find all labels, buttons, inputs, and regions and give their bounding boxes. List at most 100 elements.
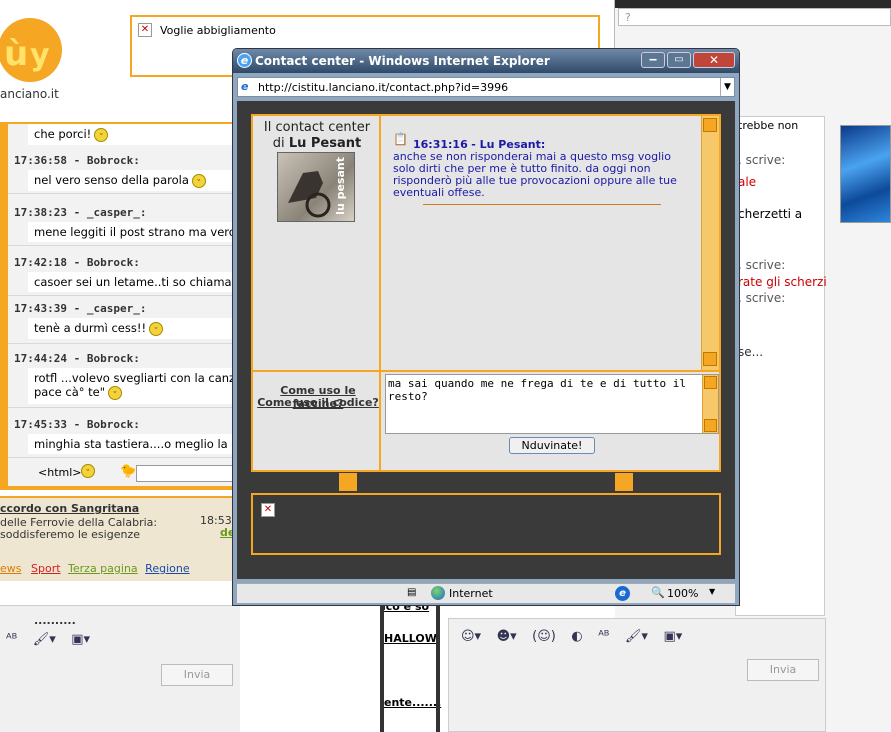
help-links: Come uso le faccine? Come uso il codice? <box>253 372 381 470</box>
chat-input[interactable] <box>136 465 244 482</box>
smiley-icon[interactable]: ☺▾ <box>461 629 481 644</box>
smiley-icon[interactable]: ᵕ <box>81 464 95 478</box>
window-title: Contact center - Windows Internet Explor… <box>255 54 550 68</box>
spellcheck-icon[interactable]: ᴬᴮ <box>598 629 609 644</box>
spellcheck-icon[interactable]: ᴬᴮ <box>6 632 17 647</box>
minimize-button[interactable]: ‒ <box>641 52 665 68</box>
dots: .......... <box>34 614 76 627</box>
chat-message-text: che porci! <box>34 127 92 141</box>
duck-icon[interactable]: 🐤 <box>120 464 136 479</box>
html-label: <html> <box>38 466 82 479</box>
chat-message-list[interactable]: che porci! ᵕ 17:36:58 - Bobrock: nel vero… <box>8 124 244 486</box>
scroll-up-button[interactable] <box>704 376 717 389</box>
chat-input-row: <html> ᵕ 🐤 <box>8 462 244 486</box>
message-input[interactable]: ma sai quando me ne frega di te e di tut… <box>385 374 719 434</box>
maximize-button[interactable]: ▭ <box>667 52 691 68</box>
chat-message: 17:42:18 - Bobrock: casoer sei un letame… <box>8 252 244 296</box>
send-button-right[interactable]: Invia <box>747 659 819 681</box>
news-headline[interactable]: ccordo con Sangritana <box>0 502 139 515</box>
chat-message-text-2: pace cà° te" <box>34 385 106 399</box>
close-button[interactable]: ✕ <box>693 52 735 68</box>
send-message-button[interactable]: Nduvinate! <box>509 437 595 454</box>
middle-strip: ico e so HALLOW ente....... <box>380 600 441 732</box>
logo-domain: anciano.it <box>0 87 59 101</box>
chat-message-text: rotfl ...volevo svegliarti con la canz <box>34 371 236 385</box>
page-content: Il contact center di Lu Pesant lu pesant… <box>237 101 735 579</box>
chat-message: 17:36:58 - Bobrock: nel vero senso della… <box>8 150 244 194</box>
message-divider <box>423 204 661 205</box>
input-scrollbar[interactable] <box>702 375 718 433</box>
address-bar[interactable]: e http://cistitu.lanciano.it/contact.php… <box>237 77 735 97</box>
smiley-icon: ᵕ <box>94 127 109 142</box>
news-link-sport[interactable]: Sport <box>31 562 61 575</box>
scroll-down-button[interactable] <box>703 352 717 366</box>
help-link-codice[interactable]: Come uso il codice? <box>257 396 379 409</box>
chevron-down-icon[interactable]: ▼ <box>720 78 734 96</box>
right-text: . scrive: <box>738 258 786 272</box>
send-button-left[interactable]: Invia <box>161 664 233 686</box>
globe-icon <box>431 586 445 600</box>
ad-title: Voglie abbigliamento <box>160 24 276 37</box>
shout-icon[interactable]: (☺) <box>532 629 556 644</box>
chat-message: 17:44:24 - Bobrock: rotfl ...volevo sveg… <box>8 348 244 408</box>
ie-icon[interactable]: e <box>615 586 630 601</box>
di-label: di <box>272 136 285 151</box>
chat-message-meta: 17:38:23 - _casper_: <box>14 206 147 219</box>
zone-label: Internet <box>449 587 493 600</box>
chat-message-text: mene leggiti il post strano ma vero <box>28 222 244 242</box>
editor-toolbar: ᴬᴮ 🖌▾ ▣▾ <box>0 632 96 647</box>
svg-text:ù: ù <box>4 34 28 74</box>
message-input-text: ma sai quando me ne frega di te e di tut… <box>388 377 687 403</box>
chat-message-meta: 17:42:18 - Bobrock: <box>14 256 140 269</box>
wink-icon[interactable]: ☻▾ <box>497 629 517 644</box>
avatar: lu pesant <box>277 152 355 222</box>
news-line-2: soddisferemo le esigenze <box>0 528 140 541</box>
chat-message-text: nel vero senso della parola <box>34 173 189 187</box>
insert-icon[interactable]: ▣▾ <box>663 629 682 644</box>
news-link-terza-pagina[interactable]: Terza pagina <box>68 562 138 575</box>
zoom-level[interactable]: 100% <box>667 587 698 600</box>
news-link-regione[interactable]: Regione <box>145 562 189 575</box>
brush-icon[interactable]: 🖌▾ <box>33 632 56 647</box>
right-text: . scrive: <box>738 153 786 167</box>
contact-center-box: Il contact center di Lu Pesant lu pesant… <box>251 114 721 472</box>
right-text: rate gli scherzi <box>738 275 827 289</box>
profile-column: Il contact center di Lu Pesant lu pesant <box>253 116 381 370</box>
water-drops-image <box>840 125 891 223</box>
mid-text-3[interactable]: ente....... <box>384 696 441 709</box>
right-forum-panel: trebbe non . scrive: ale cherzetti a . s… <box>735 116 827 616</box>
reply-editor-left: .......... ᴬᴮ 🖌▾ ▣▾ Invia <box>0 605 240 732</box>
site-logo: ù y <box>0 15 70 85</box>
question-mark: ? <box>625 11 631 24</box>
chat-message-text: minghia sta tastiera....o meglio la <box>28 434 244 454</box>
avatar-caption: lu pesant <box>334 157 347 215</box>
speech-icon[interactable]: ◐ <box>571 629 582 644</box>
insert-icon[interactable]: ▣▾ <box>71 632 90 647</box>
messages-scrollbar[interactable] <box>701 116 719 370</box>
ie-icon: e <box>237 53 252 68</box>
window-titlebar[interactable]: e Contact center - Windows Internet Expl… <box>233 49 739 73</box>
connector-left <box>339 473 357 491</box>
scroll-down-button[interactable] <box>704 419 717 432</box>
connector-right <box>615 473 633 491</box>
contact-center-label: Il contact center <box>263 120 371 135</box>
broken-image-icon: ✕ <box>138 23 152 37</box>
protected-mode-icon: ▤ <box>407 587 417 598</box>
message-body: anche se non risponderai mai a questo ms… <box>393 150 677 199</box>
scroll-up-button[interactable] <box>703 118 717 132</box>
status-bar: ▤ Internet e 🔍 100% ▼ <box>237 583 735 603</box>
right-text: cherzetti a <box>738 207 803 221</box>
news-link[interactable]: ews <box>0 562 22 575</box>
right-window-titlebar <box>615 0 891 8</box>
chevron-down-icon[interactable]: ▼ <box>709 587 715 596</box>
broken-image-icon: ✕ <box>261 503 275 517</box>
brush-icon[interactable]: 🖌▾ <box>625 629 648 644</box>
zoom-icon[interactable]: 🔍 <box>651 586 665 599</box>
chat-message: 17:43:39 - _casper_: tenè a durmì cess!!… <box>8 298 244 344</box>
chat-message-meta: 17:43:39 - _casper_: <box>14 302 147 315</box>
right-text: se... <box>738 345 764 359</box>
mid-text-2[interactable]: HALLOW <box>384 632 437 645</box>
chat-message-text: casoer sei un letame..ti so chiamat <box>28 272 244 292</box>
ad-box: ✕ <box>251 493 721 555</box>
url-text: http://cistitu.lanciano.it/contact.php?i… <box>258 81 509 94</box>
